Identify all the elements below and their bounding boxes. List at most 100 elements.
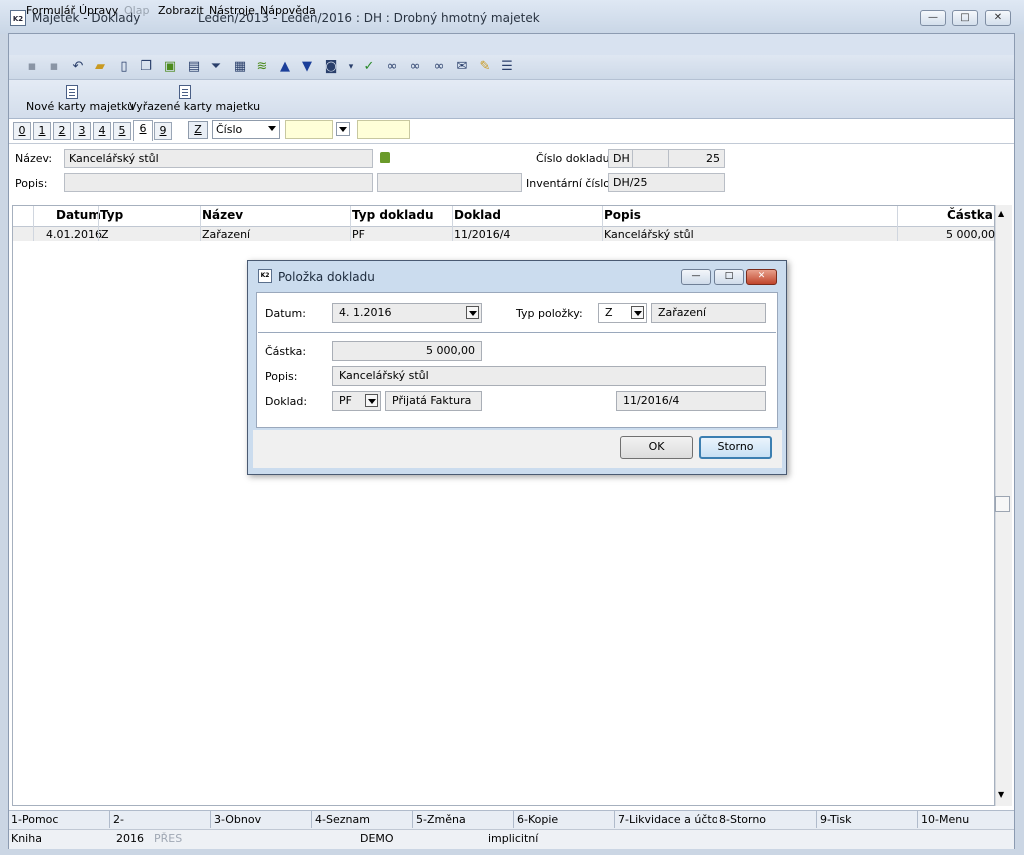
- doc-prefix-field[interactable]: DH: [608, 149, 633, 168]
- binoculars-prev-icon[interactable]: ∞: [431, 59, 447, 75]
- save-icon[interactable]: ▪: [24, 59, 40, 75]
- column-divider[interactable]: [350, 206, 351, 241]
- divider: [917, 810, 918, 828]
- camera-icon[interactable]: ◙: [323, 59, 339, 75]
- inventory-number-field[interactable]: DH/25: [608, 173, 725, 192]
- dropdown-arrow-icon[interactable]: ▾: [343, 59, 359, 75]
- new-cards-button[interactable]: Nové karty majetku: [26, 100, 134, 113]
- doc-series-field[interactable]: [632, 149, 669, 168]
- app-icon[interactable]: K2: [10, 10, 26, 26]
- column-header-popis[interactable]: Popis: [604, 208, 641, 222]
- mail-icon[interactable]: ✉: [454, 59, 470, 75]
- column-header-doklad[interactable]: Doklad: [454, 208, 501, 222]
- amount-field[interactable]: 5 000,00: [332, 341, 482, 361]
- column-divider[interactable]: [98, 206, 99, 241]
- tab-0[interactable]: 0: [13, 122, 31, 140]
- new-document-icon[interactable]: ▯: [116, 59, 132, 75]
- item-type-select[interactable]: Z: [598, 303, 647, 323]
- copy-icon[interactable]: ❐: [138, 59, 154, 75]
- scrollbar-thumb[interactable]: [995, 496, 1010, 512]
- document-number-field[interactable]: 11/2016/4: [616, 391, 766, 411]
- new-cards-icon[interactable]: [66, 85, 78, 99]
- column-header-datum[interactable]: Datum: [56, 208, 101, 222]
- menu-formular[interactable]: Formulář: [26, 4, 75, 17]
- divider: [816, 810, 817, 828]
- menu-upravy[interactable]: Úpravy: [79, 4, 118, 17]
- fkey-list[interactable]: 4-Seznam: [315, 813, 370, 826]
- name-field[interactable]: Kancelářský stůl: [64, 149, 373, 168]
- retired-cards-button[interactable]: Vyřazené karty majetku: [129, 100, 260, 113]
- dialog-close-button[interactable]: ✕: [746, 269, 777, 285]
- doc-number-field[interactable]: 25: [668, 149, 725, 168]
- chevron-down-icon[interactable]: [631, 306, 644, 319]
- notes-icon[interactable]: ✎: [477, 59, 493, 75]
- fkey-help[interactable]: 1-Pomoc: [11, 813, 58, 826]
- fkey-print[interactable]: 9-Tisk: [820, 813, 852, 826]
- chevron-down-icon[interactable]: [466, 306, 479, 319]
- column-divider[interactable]: [602, 206, 603, 241]
- filter-value-input-2[interactable]: [357, 120, 410, 139]
- tab-4[interactable]: 4: [93, 122, 111, 140]
- filter-icon[interactable]: ⏷: [208, 59, 224, 75]
- tab-2[interactable]: 2: [53, 122, 71, 140]
- dialog-minimize-button[interactable]: —: [681, 269, 711, 285]
- tab-3[interactable]: 3: [73, 122, 91, 140]
- book-icon[interactable]: ▤: [186, 59, 202, 75]
- maximize-button[interactable]: □: [952, 10, 978, 26]
- fkey-2[interactable]: 2-: [113, 813, 124, 826]
- fkey-menu[interactable]: 10-Menu: [921, 813, 969, 826]
- filter-dropdown-button[interactable]: [336, 122, 350, 136]
- divider: [614, 810, 615, 828]
- fkey-liquidation[interactable]: 7-Likvidace a účtová: [618, 813, 717, 826]
- tab-1[interactable]: 1: [33, 122, 51, 140]
- column-divider[interactable]: [33, 206, 34, 241]
- ok-button[interactable]: OK: [620, 436, 693, 459]
- z-button[interactable]: Z: [188, 121, 208, 139]
- scroll-up-icon[interactable]: ▲: [998, 209, 1004, 218]
- save-all-icon[interactable]: ▪: [46, 59, 62, 75]
- check-icon[interactable]: ✓: [361, 59, 377, 75]
- column-divider[interactable]: [452, 206, 453, 241]
- dialog-maximize-button[interactable]: □: [714, 269, 744, 285]
- open-folder-icon[interactable]: ▰: [92, 59, 108, 75]
- menu-zobrazit[interactable]: Zobrazit: [158, 4, 204, 17]
- description-field[interactable]: [64, 173, 373, 192]
- scroll-down-icon[interactable]: ▼: [998, 790, 1004, 799]
- column-divider[interactable]: [200, 206, 201, 241]
- column-header-castka[interactable]: Částka: [947, 208, 993, 222]
- fkey-refresh[interactable]: 3-Obnov: [214, 813, 261, 826]
- filter-value-input[interactable]: [285, 120, 333, 139]
- lock-icon[interactable]: ▣: [162, 59, 178, 75]
- column-divider[interactable]: [897, 206, 898, 241]
- close-button[interactable]: ✕: [985, 10, 1011, 26]
- stack-icon[interactable]: ≋: [254, 59, 270, 75]
- arrow-up-icon[interactable]: ▲: [277, 59, 293, 75]
- column-header-nazev[interactable]: Název: [202, 208, 243, 222]
- fkey-copy[interactable]: 6-Kopie: [517, 813, 558, 826]
- column-header-typ-dokladu[interactable]: Typ dokladu: [352, 208, 434, 222]
- chevron-down-icon[interactable]: [365, 394, 378, 407]
- description-field-2[interactable]: [377, 173, 522, 192]
- menu-lines-icon[interactable]: ☰: [499, 59, 515, 75]
- menu-napoveda[interactable]: Nápověda: [260, 4, 316, 17]
- binoculars-next-icon[interactable]: ∞: [407, 59, 423, 75]
- arrow-down-icon[interactable]: ▼: [299, 59, 315, 75]
- undo-icon[interactable]: ↶: [70, 59, 86, 75]
- tab-6[interactable]: 6: [133, 120, 153, 141]
- date-picker[interactable]: 4. 1.2016: [332, 303, 482, 323]
- minimize-button[interactable]: —: [920, 10, 946, 26]
- tab-9[interactable]: 9: [154, 122, 172, 140]
- binoculars-icon[interactable]: ∞: [384, 59, 400, 75]
- cancel-button[interactable]: Storno: [699, 436, 772, 459]
- menu-nastroje[interactable]: Nástroje: [209, 4, 255, 17]
- description-field[interactable]: Kancelářský stůl: [332, 366, 766, 386]
- retired-cards-icon[interactable]: [179, 85, 191, 99]
- filter-doc-icon[interactable]: ▦: [232, 59, 248, 75]
- sort-field-select[interactable]: Číslo: [212, 120, 280, 139]
- tab-5[interactable]: 5: [113, 122, 131, 140]
- grid-header: [13, 206, 994, 227]
- document-type-select[interactable]: PF: [332, 391, 381, 411]
- fkey-cancel[interactable]: 8-Storno: [719, 813, 766, 826]
- column-header-typ[interactable]: Typ: [100, 208, 123, 222]
- fkey-change[interactable]: 5-Změna: [416, 813, 466, 826]
